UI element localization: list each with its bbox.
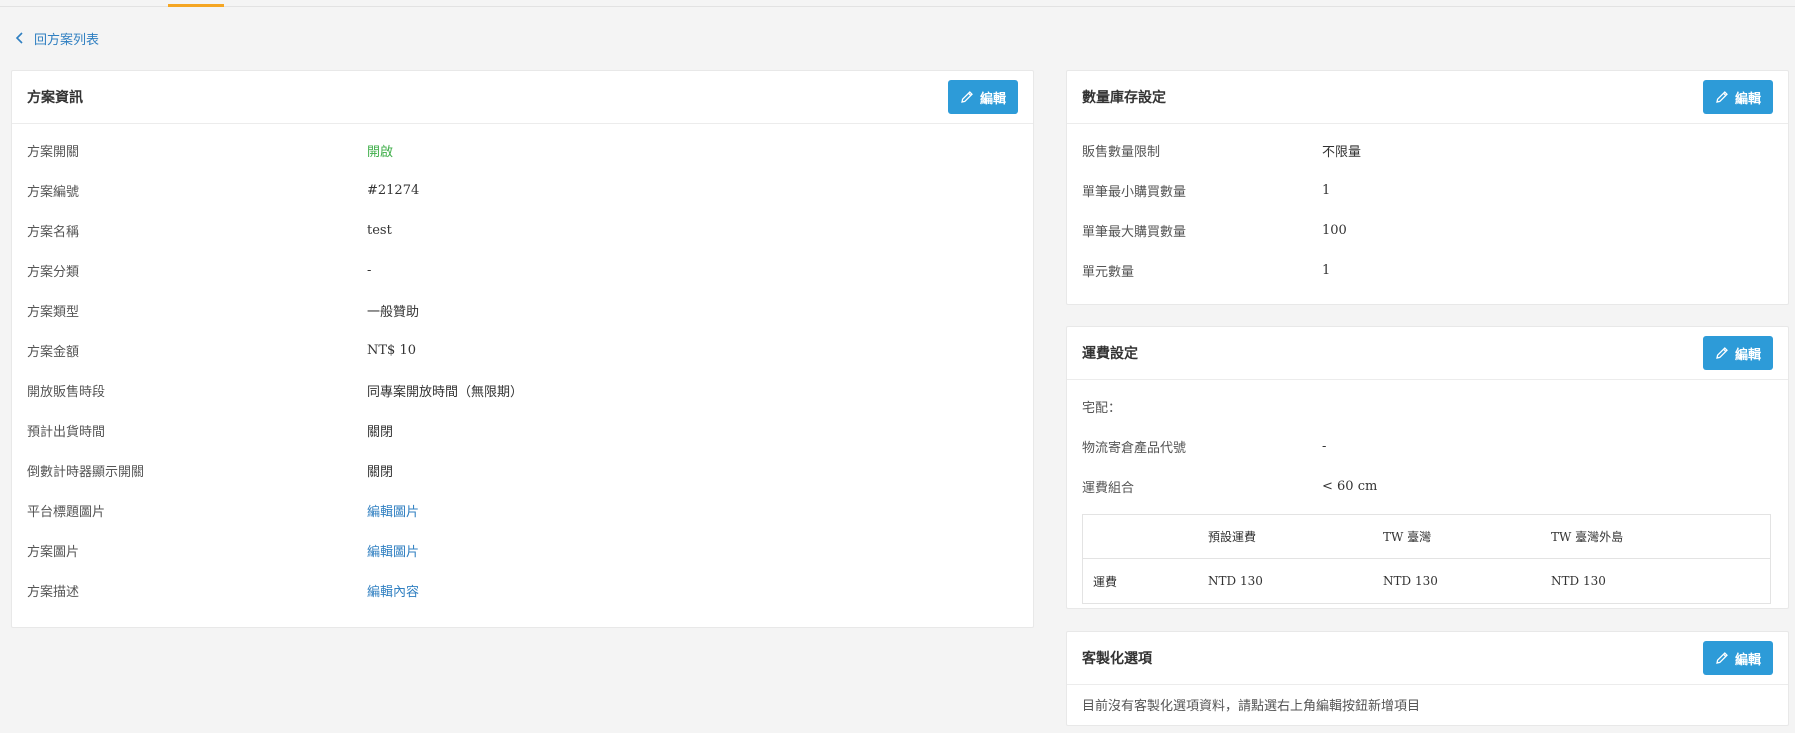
shipping-row-delivery: 宅配：	[1082, 386, 1773, 426]
plan-row-category: 方案分類 -	[27, 250, 1018, 290]
plan-status-value: 開啟	[367, 144, 394, 160]
plan-info-card: 方案資訊 編輯 方案開關 開啟 方案編號 #21274 方案名稱 test 方案…	[11, 70, 1034, 628]
shipping-card: 運費設定 編輯 宅配： 物流寄倉產品代號 - 運費組合 < 60 cm 預設運費…	[1066, 326, 1789, 609]
shipping-edit-button[interactable]: 編輯	[1702, 336, 1773, 370]
pencil-icon	[1716, 652, 1728, 664]
row-label: 方案名稱	[27, 224, 80, 240]
custom-options-card: 客製化選項 編輯 目前沒有客製化選項資料，請點選右上角編輯按鈕新增項目	[1066, 631, 1789, 726]
row-value: 同專案開放時間（無限期）	[367, 384, 524, 400]
custom-options-empty-message: 目前沒有客製化選項資料，請點選右上角編輯按鈕新增項目	[1082, 698, 1421, 714]
pencil-icon	[1716, 347, 1728, 359]
inventory-card: 數量庫存設定 編輯 販售數量限制 不限量 單筆最小購買數量 1 單筆最大購買數量…	[1066, 70, 1789, 305]
plan-row-title-image: 平台標題圖片 編輯圖片	[27, 490, 1018, 530]
shipping-row-warehouse-code: 物流寄倉產品代號 -	[1082, 426, 1773, 466]
shipping-row-combo: 運費組合 < 60 cm	[1082, 466, 1773, 506]
row-value: -	[367, 262, 372, 278]
row-label: 預計出貨時間	[27, 424, 106, 440]
table-header-cell: 預設運費	[1208, 530, 1257, 544]
row-value: test	[367, 222, 392, 238]
shipping-title: 運費設定	[1082, 346, 1138, 362]
chevron-left-icon	[15, 32, 23, 44]
plan-row-id: 方案編號 #21274	[27, 170, 1018, 210]
row-value: -	[1322, 438, 1327, 454]
table-header-cell: TW 臺灣	[1383, 530, 1432, 544]
table-row: 運費 NTD 130 NTD 130 NTD 130	[1083, 559, 1770, 603]
table-header-cell: TW 臺灣外島	[1551, 530, 1624, 544]
row-value: 1	[1322, 262, 1331, 278]
row-value: #21274	[367, 182, 420, 198]
plan-row-switch: 方案開關 開啟	[27, 130, 1018, 170]
inventory-row-max: 單筆最大購買數量 100	[1082, 210, 1773, 250]
row-label: 倒數計時器顯示開關	[27, 464, 145, 480]
row-label: 方案圖片	[27, 544, 80, 560]
row-label: 單元數量	[1082, 264, 1135, 280]
row-value: 一般贊助	[367, 304, 420, 320]
plan-row-name: 方案名稱 test	[27, 210, 1018, 250]
row-value: 100	[1322, 222, 1347, 238]
plan-row-amount: 方案金額 NT$ 10	[27, 330, 1018, 370]
pencil-icon	[961, 91, 973, 103]
row-value: < 60 cm	[1322, 478, 1378, 494]
plan-row-countdown: 倒數計時器顯示開關 關閉	[27, 450, 1018, 490]
row-label: 單筆最小購買數量	[1082, 184, 1187, 200]
row-label: 方案金額	[27, 344, 80, 360]
plan-row-ship-time: 預計出貨時間 關閉	[27, 410, 1018, 450]
row-label: 運費組合	[1082, 480, 1135, 496]
edit-description-link[interactable]: 編輯內容	[367, 581, 419, 600]
shipping-fee-table: 預設運費 TW 臺灣 TW 臺灣外島 運費 NTD 130 NTD 130 NT…	[1082, 514, 1771, 604]
row-label: 方案類型	[27, 304, 80, 320]
plan-info-header: 方案資訊 編輯	[12, 71, 1033, 124]
plan-row-sale-period: 開放販售時段 同專案開放時間（無限期）	[27, 370, 1018, 410]
table-header-row: 預設運費 TW 臺灣 TW 臺灣外島	[1083, 515, 1770, 559]
edit-button-label: 編輯	[979, 91, 1006, 107]
active-tab-indicator	[168, 4, 224, 7]
custom-options-header: 客製化選項 編輯	[1067, 632, 1788, 685]
table-cell: NTD 130	[1208, 574, 1263, 588]
row-label: 物流寄倉產品代號	[1082, 440, 1187, 456]
row-label: 方案開關	[27, 144, 80, 160]
plan-info-edit-button[interactable]: 編輯	[947, 80, 1018, 114]
inventory-row-unit: 單元數量 1	[1082, 250, 1773, 290]
row-label: 平台標題圖片	[27, 504, 106, 520]
row-value: 關閉	[367, 424, 394, 440]
inventory-row-min: 單筆最小購買數量 1	[1082, 170, 1773, 210]
inventory-header: 數量庫存設定 編輯	[1067, 71, 1788, 124]
table-cell: NTD 130	[1383, 574, 1438, 588]
custom-options-title: 客製化選項	[1082, 651, 1152, 667]
edit-title-image-link[interactable]: 編輯圖片	[367, 501, 419, 520]
row-value: 不限量	[1322, 144, 1362, 160]
table-cell: NTD 130	[1551, 574, 1606, 588]
row-label: 販售數量限制	[1082, 144, 1161, 160]
edit-button-label: 編輯	[1734, 347, 1761, 363]
row-value: NT$ 10	[367, 342, 416, 358]
row-label: 方案編號	[27, 184, 80, 200]
row-label: 方案描述	[27, 584, 80, 600]
plan-row-type: 方案類型 一般贊助	[27, 290, 1018, 330]
edit-button-label: 編輯	[1734, 91, 1761, 107]
row-value: 關閉	[367, 464, 394, 480]
inventory-edit-button[interactable]: 編輯	[1702, 80, 1773, 114]
custom-options-edit-button[interactable]: 編輯	[1702, 641, 1773, 675]
row-value: 1	[1322, 182, 1331, 198]
shipping-header: 運費設定 編輯	[1067, 327, 1788, 380]
row-label: 方案分類	[27, 264, 80, 280]
row-label: 單筆最大購買數量	[1082, 224, 1187, 240]
edit-plan-image-link[interactable]: 編輯圖片	[367, 541, 419, 560]
plan-info-title: 方案資訊	[27, 90, 83, 106]
inventory-title: 數量庫存設定	[1082, 90, 1166, 106]
table-cell: 運費	[1093, 574, 1118, 589]
back-to-plan-list-link[interactable]: 回方案列表	[14, 28, 99, 48]
inventory-row-limit: 販售數量限制 不限量	[1082, 130, 1773, 170]
back-link-label: 回方案列表	[34, 32, 100, 48]
plan-row-description: 方案描述 編輯內容	[27, 570, 1018, 610]
row-label: 開放販售時段	[27, 384, 106, 400]
row-label: 宅配：	[1082, 400, 1122, 416]
plan-row-plan-image: 方案圖片 編輯圖片	[27, 530, 1018, 570]
top-tab-bar	[0, 0, 1795, 7]
pencil-icon	[1716, 91, 1728, 103]
edit-button-label: 編輯	[1734, 652, 1761, 668]
